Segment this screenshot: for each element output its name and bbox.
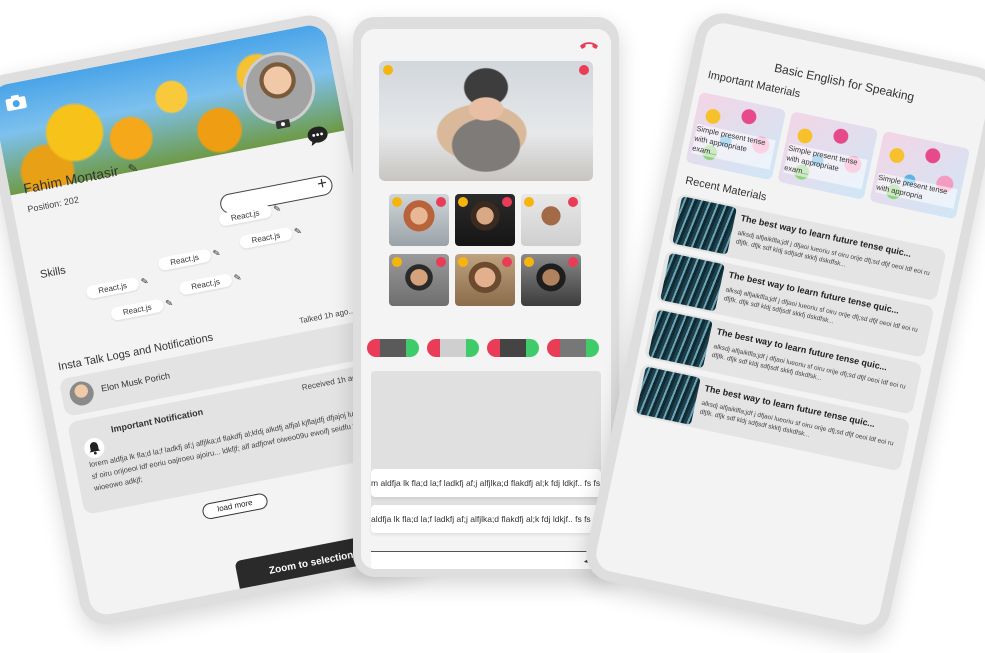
skill-chip[interactable]: React.js ✎ [85,276,149,300]
skill-label: React.js [250,230,281,246]
call-phone: m aldfja lk fla;d la;f ladkfj af;j alfjl… [353,17,619,577]
call-request-pill[interactable] [487,339,539,357]
skill-label: React.js [122,302,153,317]
mic-status-icon [458,257,468,267]
notification-title: Important Notification [110,406,204,435]
requester-avatar [440,339,466,357]
camera-status-icon [579,65,589,75]
pencil-icon[interactable]: ✎ [212,247,222,261]
skill-chip[interactable]: React.js ✎ [238,226,303,250]
message-input[interactable] [371,551,605,569]
material-label: Simple present tense with appropria [875,172,958,209]
call-request-pill[interactable] [367,339,419,357]
requester-avatar [500,339,526,357]
skill-label: React.js [190,277,221,292]
pencil-icon[interactable]: ✎ [272,202,282,216]
recent-thumbnail [672,196,737,255]
log-time: Talked 1h ago... [298,305,356,326]
recent-thumbnail [660,252,725,312]
pencil-icon[interactable]: ✎ [233,271,243,285]
call-request-pill[interactable] [427,339,479,357]
mic-status-icon [392,257,402,267]
pencil-icon[interactable]: ✎ [140,275,150,289]
chat-message: m aldfja lk fla;d la;f ladkfj af;j alfjl… [371,469,601,497]
participant-tile[interactable] [455,254,515,306]
participant-tile[interactable] [389,254,449,306]
requester-avatar [560,339,586,357]
recent-thumbnail [636,366,701,425]
pencil-icon[interactable]: ✎ [164,296,174,310]
main-video-tile[interactable] [379,61,593,181]
requester-avatar [380,339,406,357]
skills-title: Skills [39,264,67,282]
camera-status-icon [568,257,578,267]
profile-position: Position: 202 [26,194,80,215]
mic-status-icon [524,197,534,207]
log-name: Elon Musk Porich [100,370,171,394]
participant-tile[interactable] [455,194,515,246]
log-avatar [67,379,96,408]
material-label: Simple present tense with appropriate ex… [691,123,776,170]
mic-status-icon [458,197,468,207]
plus-icon[interactable]: + [315,173,329,195]
course-phone: Basic English for Speaking Important Mat… [581,8,985,640]
material-card[interactable]: Simple present tense with appropriate ex… [777,111,879,200]
mic-status-icon [392,197,402,207]
notification-body: lorem aldfja lk fla;d la;f ladkfj af;j a… [88,405,375,493]
participant-tile[interactable] [521,254,581,306]
participant-tile[interactable] [521,194,581,246]
pencil-icon[interactable]: ✎ [293,225,303,239]
skill-label: React.js [97,280,128,296]
end-call-icon[interactable] [579,39,599,51]
recent-thumbnail [648,309,713,369]
skill-chip[interactable]: React.js ✎ [157,248,221,272]
mic-status-icon [383,65,393,75]
skill-chip[interactable]: React.js ✎ [178,272,242,296]
material-card[interactable]: Simple present tense with appropriate ex… [685,91,787,181]
load-more-button[interactable]: load more [201,492,269,521]
material-card[interactable]: Simple present tense with appropria [869,130,971,220]
chat-message: aldfja lk fla;d la;f ladkfj af;j alfjlka… [371,505,601,533]
skill-label: React.js [169,252,200,268]
camera-status-icon [436,197,446,207]
call-screen: m aldfja lk fla;d la;f ladkfj af;j alfjl… [361,29,611,569]
skill-label: React.js [230,208,261,223]
call-request-pill[interactable] [547,339,599,357]
course-screen: Basic English for Speaking Important Mat… [592,19,985,629]
material-label: Simple present tense with appropriate ex… [783,143,868,190]
skill-chip[interactable]: React.js ✎ [110,297,174,322]
participant-tile[interactable] [389,194,449,246]
camera-status-icon [568,197,578,207]
camera-status-icon [436,257,446,267]
chat-bubble-icon[interactable] [305,124,330,148]
camera-status-icon [502,257,512,267]
mic-status-icon [524,257,534,267]
camera-status-icon [502,197,512,207]
